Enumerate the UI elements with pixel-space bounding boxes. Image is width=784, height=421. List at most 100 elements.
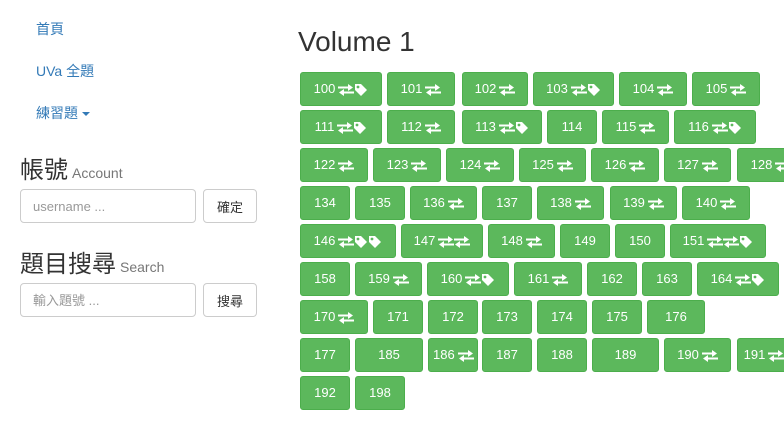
problem-button-135[interactable]: 135 [355, 186, 405, 220]
exchange-icon [707, 235, 724, 248]
problem-button-170[interactable]: 170 [300, 300, 368, 334]
problem-button-104[interactable]: 104 [619, 72, 687, 106]
problem-button-164[interactable]: 164 [697, 262, 779, 296]
problem-button-146[interactable]: 146 [300, 224, 396, 258]
problem-button-126[interactable]: 126 [591, 148, 659, 182]
problem-number: 163 [656, 271, 678, 286]
problem-button-160[interactable]: 160 [427, 262, 509, 296]
problem-number: 191 [743, 347, 766, 362]
exchange-icon [735, 273, 752, 286]
problem-button-172[interactable]: 172 [428, 300, 478, 334]
problem-button-125[interactable]: 125 [519, 148, 586, 182]
problem-number: 149 [574, 233, 596, 248]
problem-number: 146 [313, 233, 336, 248]
exchange-icon [484, 159, 501, 172]
problem-button-158[interactable]: 158 [300, 262, 350, 296]
problem-button-174[interactable]: 174 [537, 300, 587, 334]
problem-button-189[interactable]: 189 [592, 338, 659, 372]
problem-button-148[interactable]: 148 [488, 224, 555, 258]
exchange-icon [338, 311, 355, 324]
problem-number: 172 [442, 309, 464, 324]
problem-number: 127 [677, 157, 699, 172]
problem-number: 125 [532, 157, 554, 172]
problem-button-111[interactable]: 111 [300, 110, 382, 144]
tag-icon [354, 235, 368, 249]
tag-icon [354, 83, 368, 97]
problem-number: 101 [400, 81, 423, 96]
problem-button-115[interactable]: 115 [602, 110, 669, 144]
problem-button-171[interactable]: 171 [373, 300, 423, 334]
exchange-icon [574, 197, 591, 210]
problem-button-124[interactable]: 124 [446, 148, 514, 182]
exchange-icon [639, 121, 656, 134]
problem-button-150[interactable]: 150 [615, 224, 665, 258]
problem-button-122[interactable]: 122 [300, 148, 368, 182]
problem-button-176[interactable]: 176 [647, 300, 705, 334]
problem-button-105[interactable]: 105 [692, 72, 760, 106]
exchange-icon [730, 83, 747, 96]
problem-button-137[interactable]: 137 [482, 186, 532, 220]
problem-button-103[interactable]: 103 [533, 72, 614, 106]
problem-button-159[interactable]: 159 [355, 262, 422, 296]
problem-number: 139 [623, 195, 645, 210]
exchange-icon [720, 197, 737, 210]
problem-number: 126 [604, 157, 627, 172]
problem-button-147[interactable]: 147 [401, 224, 483, 258]
exchange-icon [337, 121, 354, 134]
problem-button-185[interactable]: 185 [355, 338, 423, 372]
problem-number: 140 [695, 195, 718, 210]
exchange-icon [438, 235, 455, 248]
problem-button-100[interactable]: 100 [300, 72, 382, 106]
problem-button-190[interactable]: 190 [664, 338, 731, 372]
problem-button-116[interactable]: 116 [674, 110, 756, 144]
problem-button-138[interactable]: 138 [537, 186, 604, 220]
problem-button-113[interactable]: 113 [462, 110, 542, 144]
problem-button-177[interactable]: 177 [300, 338, 350, 372]
problem-button-151[interactable]: 151 [670, 224, 766, 258]
problem-button-161[interactable]: 161 [514, 262, 582, 296]
exchange-icon [701, 159, 718, 172]
problem-button-162[interactable]: 162 [587, 262, 637, 296]
problem-button-127[interactable]: 127 [664, 148, 731, 182]
problem-button-136[interactable]: 136 [410, 186, 477, 220]
problem-button-128[interactable]: 128 [737, 148, 784, 182]
problem-button-140[interactable]: 140 [682, 186, 750, 220]
problem-button-198[interactable]: 198 [355, 376, 405, 410]
problem-button-187[interactable]: 187 [482, 338, 532, 372]
problem-button-173[interactable]: 173 [482, 300, 532, 334]
problem-button-186[interactable]: 186 [428, 338, 478, 372]
problem-button-192[interactable]: 192 [300, 376, 350, 410]
exchange-icon [775, 160, 784, 172]
problem-button-112[interactable]: 112 [387, 110, 455, 144]
problem-number: 137 [496, 195, 518, 210]
problem-button-114[interactable]: 114 [547, 110, 597, 144]
problem-number: 161 [527, 271, 550, 286]
problem-button-191[interactable]: 191 [737, 338, 784, 372]
exchange-icon [657, 83, 674, 96]
tag-icon [587, 83, 601, 97]
problem-button-163[interactable]: 163 [642, 262, 692, 296]
problem-number: 112 [401, 119, 422, 134]
problem-button-101[interactable]: 101 [387, 72, 455, 106]
tag-icon [481, 273, 495, 287]
problem-button-188[interactable]: 188 [537, 338, 587, 372]
problem-number: 102 [474, 81, 497, 96]
exchange-icon [556, 159, 573, 172]
problem-button-149[interactable]: 149 [560, 224, 610, 258]
problem-button-175[interactable]: 175 [592, 300, 642, 334]
problem-number: 175 [606, 309, 628, 324]
tag-icon [515, 121, 529, 135]
problem-number: 176 [665, 309, 687, 324]
problem-number: 148 [501, 233, 523, 248]
problem-number: 177 [314, 347, 336, 362]
problem-button-123[interactable]: 123 [373, 148, 441, 182]
exchange-icon [392, 273, 409, 286]
exchange-icon [338, 235, 355, 248]
tag-icon [739, 235, 753, 249]
exchange-icon [465, 273, 482, 286]
problem-button-134[interactable]: 134 [300, 186, 350, 220]
problem-number: 105 [705, 81, 728, 96]
problem-button-139[interactable]: 139 [610, 186, 677, 220]
problem-button-102[interactable]: 102 [462, 72, 528, 106]
problem-number: 111 [314, 119, 335, 134]
